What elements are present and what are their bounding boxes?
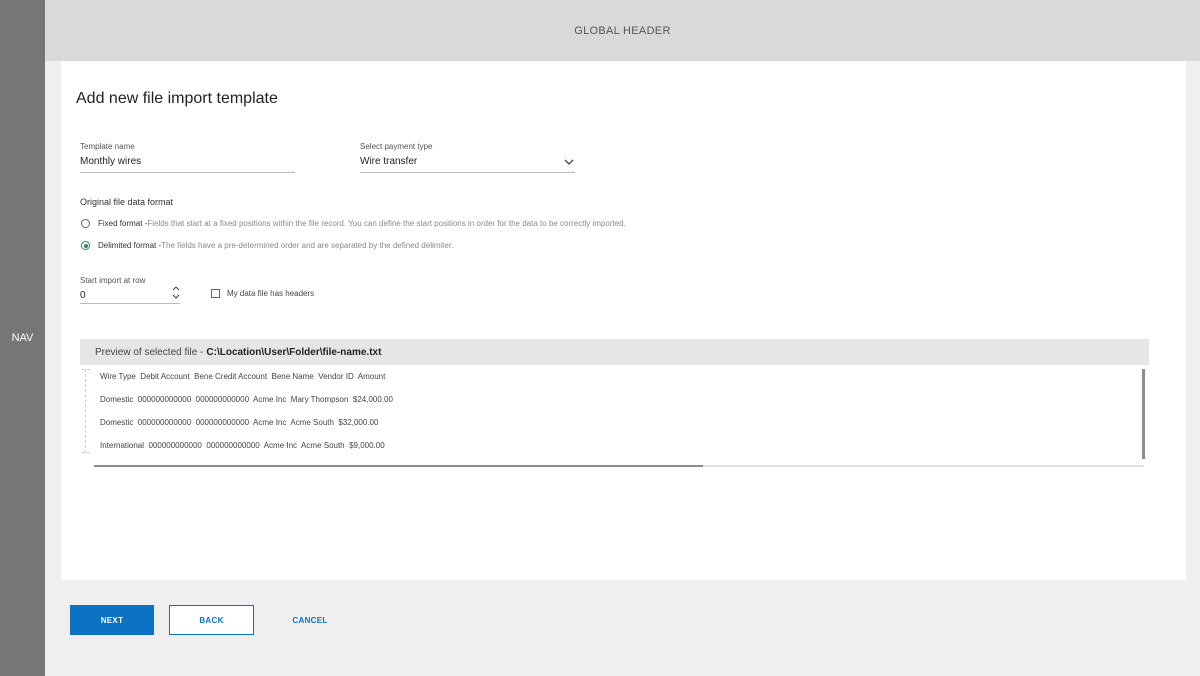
radio-fixed-title: Fixed format - [98,219,148,228]
template-name-label: Template name [80,142,135,151]
radio-delimited-icon[interactable] [81,241,90,250]
nav-sidebar: NAV [0,0,45,676]
file-preview: Preview of selected file - C:\Location\U… [80,339,1149,473]
headers-checkbox-row[interactable]: My data file has headers [211,289,314,298]
preview-row: Domestic 000000000000 000000000000 Acme … [100,395,393,404]
radio-fixed-description: Fields that start at a fixed positions w… [147,219,626,228]
headers-checkbox-label: My data file has headers [227,289,315,298]
payment-type-value: Wire transfer [360,156,418,167]
preview-row: Wire Type Debit Account Bene Credit Acco… [100,372,386,381]
start-row-stepper[interactable]: Start import at row 0 [80,276,180,304]
radio-fixed-icon[interactable] [81,219,90,228]
form-card: Add new file import template Template na… [61,61,1186,580]
template-name-field[interactable]: Template name Monthly wires [80,142,295,173]
horizontal-scrollbar[interactable] [94,465,1144,467]
nav-label: NAV [11,332,34,344]
chevron-down-icon[interactable] [563,157,575,167]
global-header: GLOBAL HEADER [45,0,1200,61]
row-guide-line [82,369,90,453]
preview-header: Preview of selected file - C:\Location\U… [80,339,1149,365]
payment-type-dropdown[interactable]: Wire transfer [360,156,575,173]
next-button[interactable]: NEXT [70,605,154,635]
start-row-label: Start import at row [80,276,146,285]
template-name-value: Monthly wires [80,156,142,167]
payment-type-label: Select payment type [360,142,433,151]
preview-title: Preview of selected file - [95,346,204,358]
headers-checkbox[interactable] [211,289,220,298]
preview-body: Wire Type Debit Account Bene Credit Acco… [80,365,1149,473]
page-title: Add new file import template [76,90,278,107]
start-row-input[interactable]: 0 [80,286,180,304]
preview-row: Domestic 000000000000 000000000000 Acme … [100,418,379,427]
radio-delimited-title: Delimited format - [98,241,162,250]
global-header-label: GLOBAL HEADER [574,24,671,37]
radio-fixed-format[interactable]: Fixed format - Fields that start at a fi… [81,219,626,228]
back-button[interactable]: BACK [169,605,254,635]
chevron-up-icon[interactable] [172,285,180,291]
radio-delimited-format[interactable]: Delimited format - The fields have a pre… [81,241,453,250]
start-row-value: 0 [80,290,86,301]
vertical-scrollbar[interactable] [1142,369,1145,459]
template-name-input[interactable]: Monthly wires [80,156,295,173]
preview-row: International 000000000000 000000000000 … [100,441,385,450]
radio-delimited-description: The fields have a pre-determined order a… [161,241,454,250]
format-section-label: Original file data format [80,197,174,207]
chevron-down-icon[interactable] [172,294,180,300]
preview-file-path: C:\Location\User\Folder\file-name.txt [206,346,382,358]
payment-type-select[interactable]: Select payment type Wire transfer [360,142,575,173]
horizontal-scrollbar-thumb[interactable] [94,465,703,467]
stepper-arrows [172,285,180,300]
cancel-button[interactable]: CANCEL [282,605,338,635]
